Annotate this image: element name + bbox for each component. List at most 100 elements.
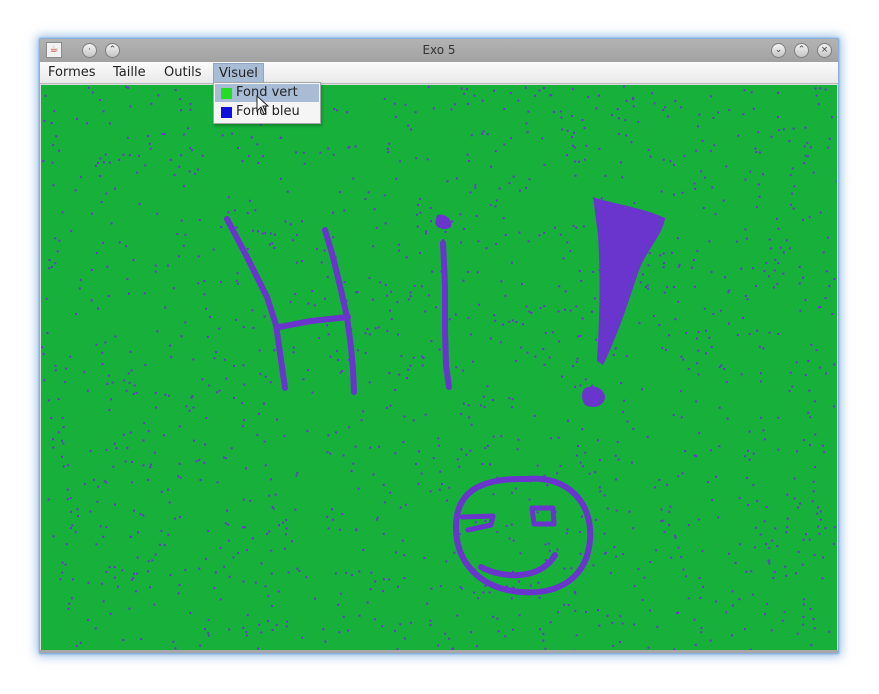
paint-speck: [350, 470, 353, 472]
paint-speck: [802, 276, 805, 279]
paint-speck: [61, 571, 64, 574]
paint-speck: [534, 355, 537, 358]
paint-speck: [221, 134, 224, 137]
paint-speck: [48, 267, 51, 270]
paint-speck: [798, 265, 801, 268]
paint-speck: [470, 134, 473, 137]
paint-speck: [291, 540, 293, 543]
minimize-icon[interactable]: ⌄: [771, 43, 786, 58]
paint-speck: [203, 293, 206, 296]
paint-speck: [687, 597, 690, 600]
menu-taille[interactable]: Taille: [108, 63, 151, 83]
paint-speck: [130, 461, 133, 463]
paint-speck: [154, 553, 157, 556]
paint-speck: [382, 483, 385, 486]
paint-speck: [819, 518, 822, 521]
paint-speck: [352, 462, 355, 465]
paint-speck: [805, 533, 807, 536]
paint-speck: [95, 343, 98, 346]
paint-speck: [736, 240, 739, 243]
paint-speck: [559, 110, 562, 113]
paint-speck: [617, 117, 620, 120]
paint-speck: [562, 257, 565, 260]
paint-speck: [61, 455, 63, 458]
paint-speck: [207, 530, 210, 532]
paint-speck: [758, 195, 761, 198]
paint-speck: [825, 270, 828, 273]
paint-speck: [204, 443, 207, 446]
paint-speck: [409, 364, 412, 367]
drawing-canvas[interactable]: [41, 85, 837, 650]
paint-speck: [612, 354, 615, 356]
paint-speck: [220, 281, 222, 283]
paint-speck: [279, 136, 282, 139]
paint-speck: [223, 565, 226, 568]
paint-speck: [169, 158, 172, 161]
paint-speck: [53, 110, 56, 113]
paint-speck: [697, 373, 700, 376]
paint-speck: [261, 232, 264, 235]
maximize-icon[interactable]: ⌃: [794, 43, 809, 58]
paint-speck: [267, 595, 270, 598]
paint-speck: [269, 381, 272, 384]
paint-speck: [812, 618, 815, 620]
paint-speck: [173, 174, 176, 176]
paint-speck: [432, 457, 435, 460]
paint-speck: [180, 335, 183, 338]
paint-speck: [67, 607, 70, 610]
paint-speck: [371, 298, 374, 301]
paint-speck: [324, 297, 326, 300]
paint-speck: [279, 177, 282, 180]
paint-speck: [615, 509, 618, 512]
paint-speck: [484, 519, 487, 522]
paint-speck: [108, 566, 111, 569]
paint-speck: [632, 98, 635, 101]
paint-speck: [55, 135, 58, 138]
menu-formes[interactable]: Formes: [43, 63, 101, 83]
paint-speck: [104, 341, 107, 344]
menu-outils[interactable]: Outils: [159, 63, 207, 83]
paint-speck: [658, 478, 661, 481]
paint-speck: [758, 151, 761, 154]
paint-speck: [327, 333, 330, 336]
paint-speck: [420, 472, 423, 475]
paint-speck: [821, 444, 824, 447]
paint-speck: [264, 464, 267, 467]
paint-speck: [124, 460, 127, 463]
paint-speck: [492, 435, 495, 438]
paint-speck: [201, 378, 204, 381]
paint-speck: [681, 472, 684, 475]
paint-speck: [219, 547, 222, 550]
paint-speck: [544, 332, 547, 334]
title-bar[interactable]: ☕ · ⌃ Exo 5 ⌄ ⌃ ×: [40, 39, 838, 62]
paint-speck: [517, 580, 520, 583]
paint-speck: [604, 551, 607, 554]
paint-speck: [528, 498, 531, 501]
paint-speck: [828, 285, 831, 288]
paint-speck: [768, 275, 771, 278]
paint-speck: [508, 182, 511, 185]
paint-speck: [473, 591, 476, 594]
paint-speck: [125, 389, 128, 392]
paint-speck: [415, 463, 417, 465]
paint-speck: [595, 338, 598, 341]
menu-visuel[interactable]: Visuel: [213, 63, 264, 83]
paint-speck: [801, 563, 804, 566]
paint-speck: [263, 315, 266, 318]
paint-speck: [189, 147, 192, 150]
paint-speck: [508, 320, 511, 323]
paint-speck: [746, 476, 749, 479]
paint-speck: [352, 177, 355, 180]
paint-speck: [680, 556, 683, 559]
paint-speck: [828, 630, 831, 633]
paint-speck: [368, 381, 371, 384]
paint-speck: [641, 388, 644, 391]
paint-speck: [814, 433, 817, 436]
paint-speck: [510, 597, 513, 600]
close-icon[interactable]: ×: [817, 43, 832, 58]
paint-speck: [755, 151, 758, 153]
paint-speck: [672, 414, 675, 416]
paint-speck: [268, 530, 271, 533]
paint-speck: [62, 426, 65, 429]
smiley-right-eye: [529, 505, 557, 527]
